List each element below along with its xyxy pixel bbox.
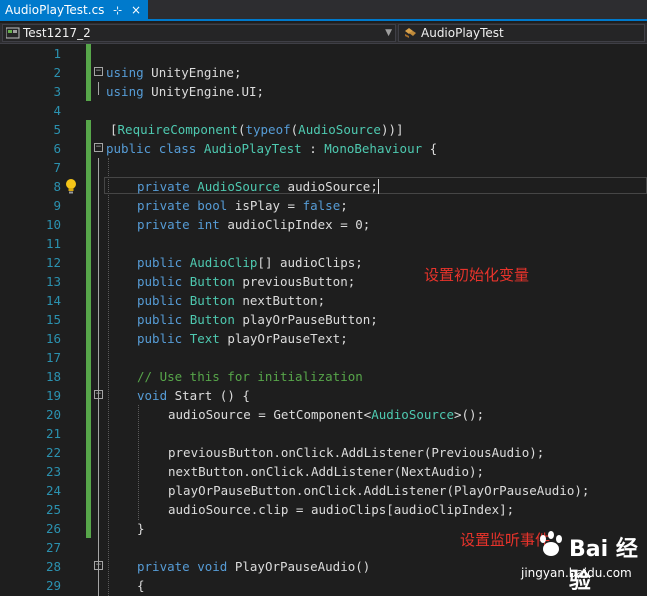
line-number: 26 (45, 521, 61, 536)
annotation-init-variables: 设置初始化变量 (424, 266, 530, 284)
code-line: 10 private int audioClipIndex = 0; (0, 215, 647, 234)
csharp-project-icon (6, 27, 20, 39)
code-line: 18 // Use this for initialization (0, 367, 647, 386)
code-line: 25 audioSource.clip = audioClips[audioCl… (0, 500, 647, 519)
code-line: 7 (0, 158, 647, 177)
code-line: 21 (0, 424, 647, 443)
code-line: 24 playOrPauseButton.onClick.AddListener… (0, 481, 647, 500)
code-line: 16 public Text playOrPauseText; (0, 329, 647, 348)
line-number: 16 (45, 331, 61, 346)
collapse-icon[interactable]: − (94, 561, 103, 570)
code-line: 4 (0, 101, 647, 120)
code-line: 15 public Button playOrPauseButton; (0, 310, 647, 329)
code-line: 5 [RequireComponent(typeof(AudioSource))… (0, 120, 647, 139)
line-number: 25 (45, 502, 61, 517)
line-number: 27 (45, 540, 61, 555)
line-number: 20 (45, 407, 61, 422)
lightbulb-icon[interactable] (63, 178, 79, 195)
line-number: 6 (53, 141, 61, 156)
code-line: 11 (0, 234, 647, 253)
code-line: 1 (0, 44, 647, 63)
tab-audioplaytest-cs[interactable]: AudioPlayTest.cs ⊹ × (0, 0, 148, 21)
line-number: 14 (45, 293, 61, 308)
collapse-icon[interactable]: − (94, 143, 103, 152)
code-line: 19 − void Start () { (0, 386, 647, 405)
project-dropdown[interactable]: Test1217_2 ▼ (2, 24, 396, 42)
watermark-url: jingyan.baidu.com (521, 566, 632, 580)
line-number: 12 (45, 255, 61, 270)
line-number: 5 (53, 122, 61, 137)
line-number: 10 (45, 217, 61, 232)
code-line: 2 − using UnityEngine; (0, 63, 647, 82)
line-number: 4 (53, 103, 61, 118)
line-number: 3 (53, 84, 61, 99)
line-number: 24 (45, 483, 61, 498)
code-line: 22 previousButton.onClick.AddListener(Pr… (0, 443, 647, 462)
collapse-icon[interactable]: − (94, 390, 103, 399)
comment: // Use this for initialization (137, 369, 363, 384)
watermark-logo: Bai 经验 (569, 537, 638, 594)
class-dropdown[interactable]: AudioPlayTest (398, 24, 645, 42)
line-number: 13 (45, 274, 61, 289)
line-number: 9 (53, 198, 61, 213)
line-number: 22 (45, 445, 61, 460)
line-number: 2 (53, 65, 61, 80)
line-number: 18 (45, 369, 61, 384)
class-icon (405, 28, 416, 38)
line-number: 23 (45, 464, 61, 479)
close-icon[interactable]: × (131, 0, 141, 21)
navigation-bar: Test1217_2 ▼ AudioPlayTest (0, 23, 647, 44)
line-number: 29 (45, 578, 61, 593)
current-code-line: 8 private AudioSource audioSource; (0, 177, 647, 196)
project-name: Test1217_2 (23, 26, 91, 40)
paw-icon (540, 531, 562, 556)
line-number: 15 (45, 312, 61, 327)
code-line: 14 public Button nextButton; (0, 291, 647, 310)
code-line: 23 nextButton.onClick.AddListener(NextAu… (0, 462, 647, 481)
code-line: 12 public AudioClip[] audioClips; (0, 253, 647, 272)
line-number: 1 (53, 46, 61, 61)
tab-bar: AudioPlayTest.cs ⊹ × (0, 0, 647, 21)
line-number: 28 (45, 559, 61, 574)
line-number: 11 (45, 236, 61, 251)
line-number: 17 (45, 350, 61, 365)
code-line: 20 audioSource = GetComponent<AudioSourc… (0, 405, 647, 424)
watermark: Bai 经验 jingyan.baidu.com (521, 529, 641, 594)
code-line: 3 using UnityEngine.UI; (0, 82, 647, 101)
code-line: 9 private bool isPlay = false; (0, 196, 647, 215)
code-editor[interactable]: 1 2 − using UnityEngine; 3 using UnityEn… (0, 44, 647, 596)
code-line: 13 public Button previousButton; (0, 272, 647, 291)
line-number: 21 (45, 426, 61, 441)
code-line: 6 − public class AudioPlayTest : MonoBeh… (0, 139, 647, 158)
chevron-down-icon: ▼ (385, 28, 392, 38)
pin-icon[interactable]: ⊹ (113, 0, 122, 21)
code-line: 17 (0, 348, 647, 367)
line-number: 7 (53, 160, 61, 175)
class-name: AudioPlayTest (421, 26, 504, 40)
tab-title: AudioPlayTest.cs (5, 3, 105, 17)
line-number: 19 (45, 388, 61, 403)
collapse-icon[interactable]: − (94, 67, 103, 76)
line-number: 8 (53, 179, 61, 194)
